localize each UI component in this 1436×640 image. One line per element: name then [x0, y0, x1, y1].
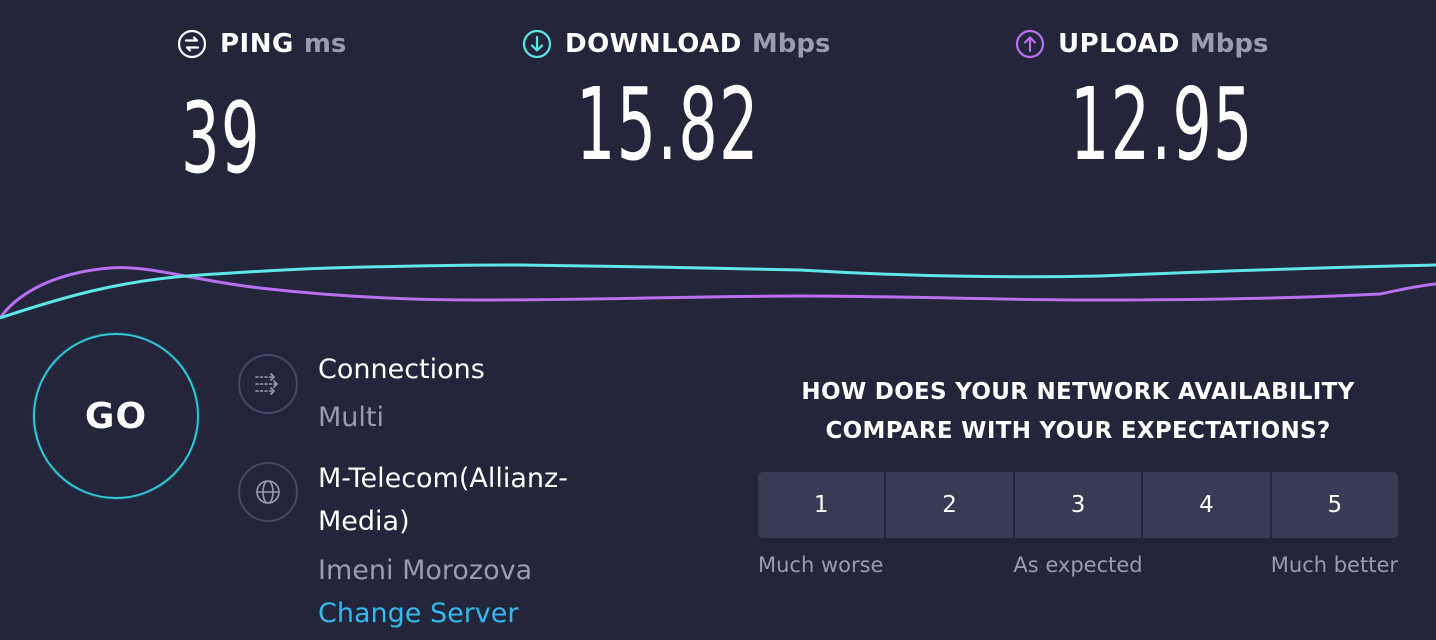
- download-unit: Mbps: [751, 29, 831, 59]
- globe-icon: [238, 462, 298, 522]
- upload-label: UPLOAD: [1058, 29, 1180, 59]
- download-value: 15.82: [576, 66, 760, 183]
- rating-option-1[interactable]: 1: [758, 472, 887, 538]
- survey-question: HOW DOES YOUR NETWORK AVAILABILITY COMPA…: [801, 379, 1355, 444]
- speed-graph: [0, 263, 1436, 320]
- upload-arrow-icon: [1015, 29, 1045, 59]
- ping-value: 39: [181, 82, 261, 196]
- change-server-link[interactable]: Change Server: [318, 598, 519, 629]
- ping-unit: ms: [303, 29, 347, 59]
- ping-metric: PING ms 39: [177, 26, 346, 196]
- upload-metric: UPLOAD Mbps 12.95: [1015, 26, 1269, 183]
- ping-label: PING: [220, 29, 294, 59]
- download-arrow-icon: [522, 29, 552, 59]
- rating-option-3[interactable]: 3: [1014, 472, 1144, 538]
- download-speed-line: [0, 263, 1436, 320]
- ping-icon: [177, 29, 207, 59]
- download-metric: DOWNLOAD Mbps 15.82: [522, 26, 830, 183]
- connections-title: Connections: [318, 354, 485, 385]
- connections-icon: [238, 354, 298, 414]
- rating-option-2[interactable]: 2: [886, 472, 1015, 538]
- upload-value: 12.95: [1070, 66, 1254, 183]
- upload-header: UPLOAD Mbps: [1015, 26, 1269, 62]
- connections-value: Multi: [318, 402, 384, 433]
- upload-unit: Mbps: [1189, 29, 1269, 59]
- ping-header: PING ms: [177, 26, 346, 62]
- download-label: DOWNLOAD: [565, 29, 742, 59]
- go-button[interactable]: GO: [33, 333, 199, 499]
- scale-label-high: Much better: [1270, 553, 1398, 577]
- rating-scale: 1 2 3 4 5: [758, 472, 1398, 538]
- download-header: DOWNLOAD Mbps: [522, 26, 830, 62]
- rating-option-5[interactable]: 5: [1271, 472, 1398, 538]
- isp-name: M-Telecom(Allianz-Media): [318, 463, 568, 537]
- go-label: GO: [84, 395, 148, 437]
- rating-option-4[interactable]: 4: [1143, 472, 1272, 538]
- server-location: Imeni Morozova: [318, 555, 533, 586]
